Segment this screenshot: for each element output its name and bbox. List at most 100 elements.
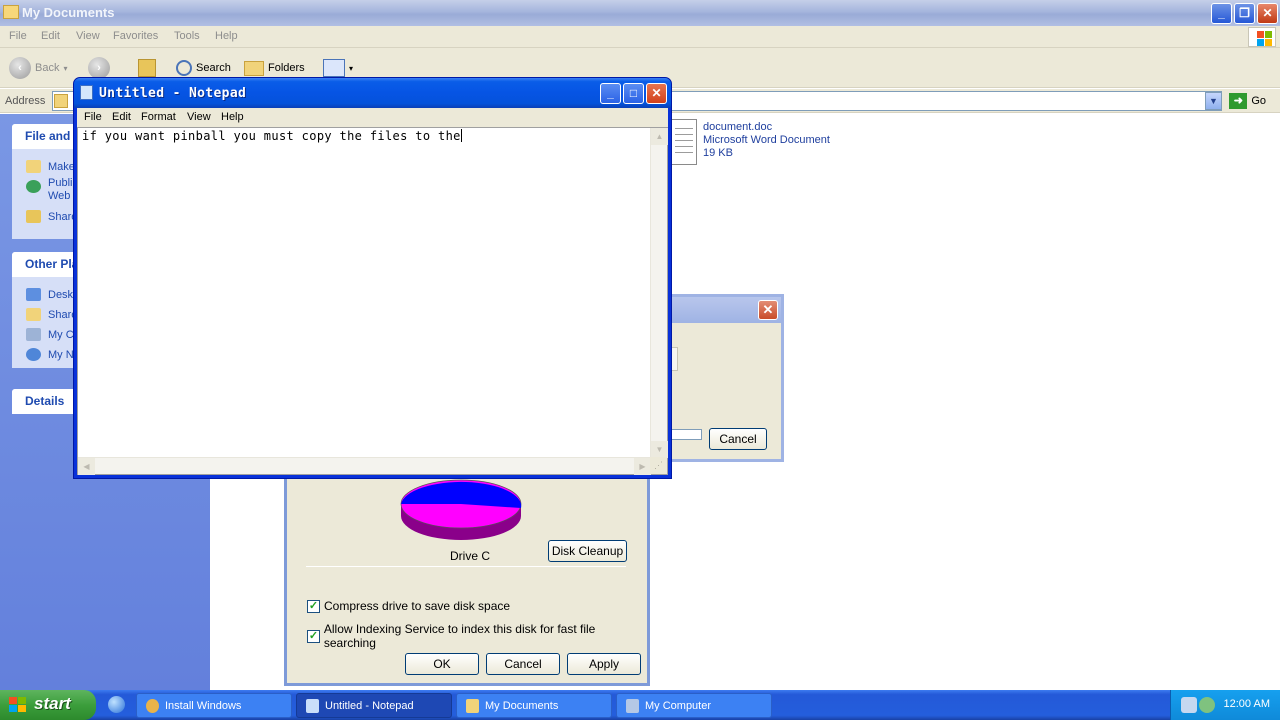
scroll-up-button[interactable]: ▲ <box>651 128 668 145</box>
notepad-window: Untitled - Notepad _ □ ✕ File Edit Forma… <box>73 77 672 479</box>
notepad-minimize-button[interactable]: _ <box>600 83 621 104</box>
task-notepad[interactable]: Untitled - Notepad <box>296 693 452 718</box>
windows-logo-icon <box>1248 27 1276 47</box>
chevron-down-icon: ▾ <box>349 63 354 73</box>
dialog-close-button[interactable]: ✕ <box>758 300 778 320</box>
desktop-icon <box>26 288 41 301</box>
computer-icon <box>26 328 41 341</box>
forward-arrow-icon: › <box>88 57 110 79</box>
dialog-input[interactable] <box>670 429 702 440</box>
notepad-title-bar[interactable]: Untitled - Notepad _ □ ✕ <box>74 78 671 108</box>
resize-grip-icon[interactable]: ⋰ <box>650 457 667 474</box>
disk-cleanup-button[interactable]: Disk Cleanup <box>548 540 627 562</box>
go-label: Go <box>1251 95 1266 107</box>
close-button[interactable]: ✕ <box>1257 3 1278 24</box>
restore-button[interactable]: ❐ <box>1234 3 1255 24</box>
notepad-menu-edit[interactable]: Edit <box>112 111 131 123</box>
dialog-cancel-button[interactable]: Cancel <box>709 428 767 450</box>
scroll-left-button[interactable]: ◀ <box>78 458 95 475</box>
notepad-icon <box>80 85 93 100</box>
explorer-title: My Documents <box>22 5 115 20</box>
folders-label: Folders <box>268 62 305 74</box>
system-tray: 12:00 AM <box>1170 690 1280 720</box>
clock[interactable]: 12:00 AM <box>1224 698 1270 710</box>
notepad-menu-view[interactable]: View <box>187 111 211 123</box>
go-arrow-icon: ➜ <box>1229 93 1248 109</box>
internet-explorer-icon[interactable] <box>108 696 125 713</box>
notepad-menu-file[interactable]: File <box>84 111 102 123</box>
ok-button[interactable]: OK <box>405 653 479 675</box>
dialog-title-bar[interactable]: ✕ <box>670 297 781 323</box>
compress-label: Compress drive to save disk space <box>324 599 511 613</box>
windows-flag-icon <box>9 697 27 713</box>
notepad-text-area[interactable]: if you want pinball you must copy the fi… <box>77 127 668 475</box>
folder-icon <box>466 699 479 713</box>
folder-icon <box>3 5 19 19</box>
background-dialog: ✕ Cancel <box>670 294 784 462</box>
cancel-button[interactable]: Cancel <box>486 653 560 675</box>
menu-view[interactable]: View <box>76 30 100 42</box>
task-my-documents[interactable]: My Documents <box>456 693 612 718</box>
address-label: Address <box>5 95 46 107</box>
task-install-windows[interactable]: Install Windows <box>136 693 292 718</box>
shared-folder-icon <box>26 308 41 321</box>
back-label: Back <box>35 62 60 74</box>
word-document-icon <box>670 119 697 165</box>
apply-button[interactable]: Apply <box>567 653 641 675</box>
file-type: Microsoft Word Document <box>703 134 830 146</box>
up-folder-icon <box>138 59 156 77</box>
share-folder-icon <box>26 210 41 223</box>
go-button[interactable]: ➜ Go <box>1229 93 1266 109</box>
computer-icon <box>626 699 639 713</box>
indexing-checkbox[interactable]: ✓ <box>307 629 320 643</box>
minimize-button[interactable]: _ <box>1211 3 1232 24</box>
scroll-right-button[interactable]: ▶ <box>634 458 651 475</box>
setup-icon <box>146 699 159 713</box>
security-icon[interactable] <box>1199 697 1215 713</box>
text-caret <box>460 129 462 142</box>
menu-help[interactable]: Help <box>215 30 238 42</box>
start-button[interactable]: start <box>0 690 96 720</box>
menu-file[interactable]: File <box>9 30 27 42</box>
explorer-menu-bar: File Edit View Favorites Tools Help <box>0 26 1280 48</box>
back-button[interactable]: ‹ Back ▾ <box>9 56 67 80</box>
notepad-menu-format[interactable]: Format <box>141 111 176 123</box>
back-arrow-icon: ‹ <box>9 57 31 79</box>
network-icon[interactable] <box>1181 697 1197 713</box>
compress-checkbox[interactable]: ✓ <box>307 599 320 613</box>
scroll-down-button[interactable]: ▼ <box>651 441 668 458</box>
disk-usage-pie-chart <box>400 479 522 540</box>
compress-option[interactable]: ✓ Compress drive to save disk space <box>307 599 510 613</box>
menu-favorites[interactable]: Favorites <box>113 30 158 42</box>
drive-properties-dialog: Drive C Disk Cleanup ✓ Compress drive to… <box>284 460 650 686</box>
separator <box>306 566 626 567</box>
drive-label: Drive C <box>450 549 491 563</box>
notepad-icon <box>306 699 319 713</box>
new-folder-icon <box>26 160 41 173</box>
vertical-scrollbar[interactable]: ▲ ▼ <box>650 128 668 458</box>
indexing-option[interactable]: ✓ Allow Indexing Service to index this d… <box>307 622 647 650</box>
notepad-menu-help[interactable]: Help <box>221 111 244 123</box>
notepad-menu-bar: File Edit Format View Help <box>77 108 668 127</box>
menu-tools[interactable]: Tools <box>174 30 200 42</box>
notepad-maximize-button[interactable]: □ <box>623 83 644 104</box>
taskbar: start Install Windows Untitled - Notepad… <box>0 690 1280 720</box>
file-size: 19 KB <box>703 147 733 159</box>
start-label: start <box>34 694 71 713</box>
task-my-computer[interactable]: My Computer <box>616 693 772 718</box>
notepad-content: if you want pinball you must copy the fi… <box>82 129 461 143</box>
menu-edit[interactable]: Edit <box>41 30 60 42</box>
network-icon <box>26 348 41 361</box>
file-name: document.doc <box>703 121 773 133</box>
horizontal-scrollbar[interactable]: ◀ ▶ <box>78 457 651 475</box>
file-document-doc[interactable]: document.doc Microsoft Word Document 19 … <box>670 119 870 167</box>
search-icon <box>176 60 192 76</box>
address-dropdown-button[interactable]: ▼ <box>1205 92 1222 110</box>
explorer-title-bar[interactable]: My Documents _ ❐ ✕ <box>0 0 1280 26</box>
folders-icon <box>244 60 264 76</box>
views-icon <box>323 59 345 77</box>
folder-icon <box>54 94 68 108</box>
indexing-label: Allow Indexing Service to index this dis… <box>323 622 596 650</box>
search-label: Search <box>196 62 231 74</box>
notepad-close-button[interactable]: ✕ <box>646 83 667 104</box>
